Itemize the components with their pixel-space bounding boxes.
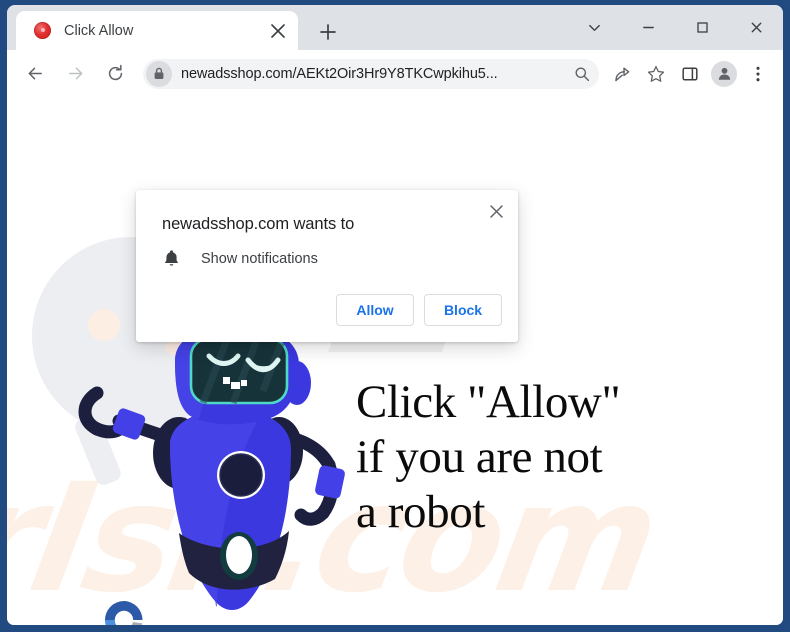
close-icon[interactable] [266, 19, 290, 43]
chrome-browser-window: Click Allow newadsshop.com/AEKt2Oir3Hr9Y… [7, 5, 783, 625]
back-button[interactable] [18, 57, 52, 91]
url-text[interactable]: newadsshop.com/AEKt2Oir3Hr9Y8TKCwpkihu5.… [181, 66, 569, 82]
close-icon[interactable] [482, 197, 510, 225]
share-button[interactable] [607, 59, 637, 89]
minimize-icon [642, 26, 654, 29]
allow-button[interactable]: Allow [336, 294, 414, 326]
permission-request-row: Show notifications [162, 249, 318, 268]
person-icon [718, 67, 730, 80]
window-controls [567, 5, 783, 50]
c-logo-mark [104, 601, 143, 625]
forward-button[interactable] [58, 57, 92, 91]
new-tab-button[interactable] [313, 17, 343, 47]
tab-title: Click Allow [64, 22, 134, 39]
red-dot-favicon [34, 22, 51, 39]
permission-dialog-title: newadsshop.com wants to [162, 215, 355, 233]
arrow-left-icon [28, 67, 42, 80]
chevron-down-icon [588, 24, 600, 32]
reload-button[interactable] [98, 57, 132, 91]
browser-tab[interactable]: Click Allow [16, 11, 298, 50]
three-dot-menu-icon [756, 66, 760, 81]
minimize-button[interactable] [621, 5, 675, 50]
notification-permission-dialog: newadsshop.com wants to Show notificatio… [136, 190, 518, 342]
arrow-right-icon [68, 67, 82, 80]
block-button[interactable]: Block [424, 294, 502, 326]
lock-icon[interactable] [146, 60, 172, 87]
browser-window-frame: Click Allow newadsshop.com/AEKt2Oir3Hr9Y… [0, 0, 790, 632]
permission-actions: Allow Block [336, 294, 502, 326]
profile-avatar[interactable] [711, 60, 737, 87]
browser-menu-button[interactable] [743, 59, 773, 89]
close-window-button[interactable] [729, 5, 783, 50]
maximize-button[interactable] [675, 5, 729, 50]
star-icon [647, 65, 665, 82]
side-panel-button[interactable] [675, 59, 705, 89]
search-icon[interactable] [569, 61, 595, 87]
side-panel-icon [682, 66, 698, 81]
bookmark-button[interactable] [641, 59, 671, 89]
close-icon [751, 22, 761, 33]
captcha-robot-mascot [67, 325, 367, 625]
share-icon [615, 67, 630, 81]
address-bar[interactable]: newadsshop.com/AEKt2Oir3Hr9Y8TKCwpkihu5.… [143, 58, 599, 89]
tab-search-button[interactable] [567, 5, 621, 50]
page-viewport: 2 rIsk.com [7, 97, 783, 625]
browser-toolbar: newadsshop.com/AEKt2Oir3Hr9Y8TKCwpkihu5.… [7, 50, 783, 97]
tab-strip: Click Allow [7, 5, 783, 50]
page-headline: Click "Allow" if you are not a robot [356, 376, 621, 538]
maximize-icon [696, 22, 708, 33]
reload-icon [108, 64, 122, 81]
bell-icon [164, 250, 179, 266]
plus-icon [320, 24, 336, 40]
ecaptcha-logo: E-CAPTCHA [85, 597, 163, 625]
permission-request-label: Show notifications [201, 250, 318, 267]
